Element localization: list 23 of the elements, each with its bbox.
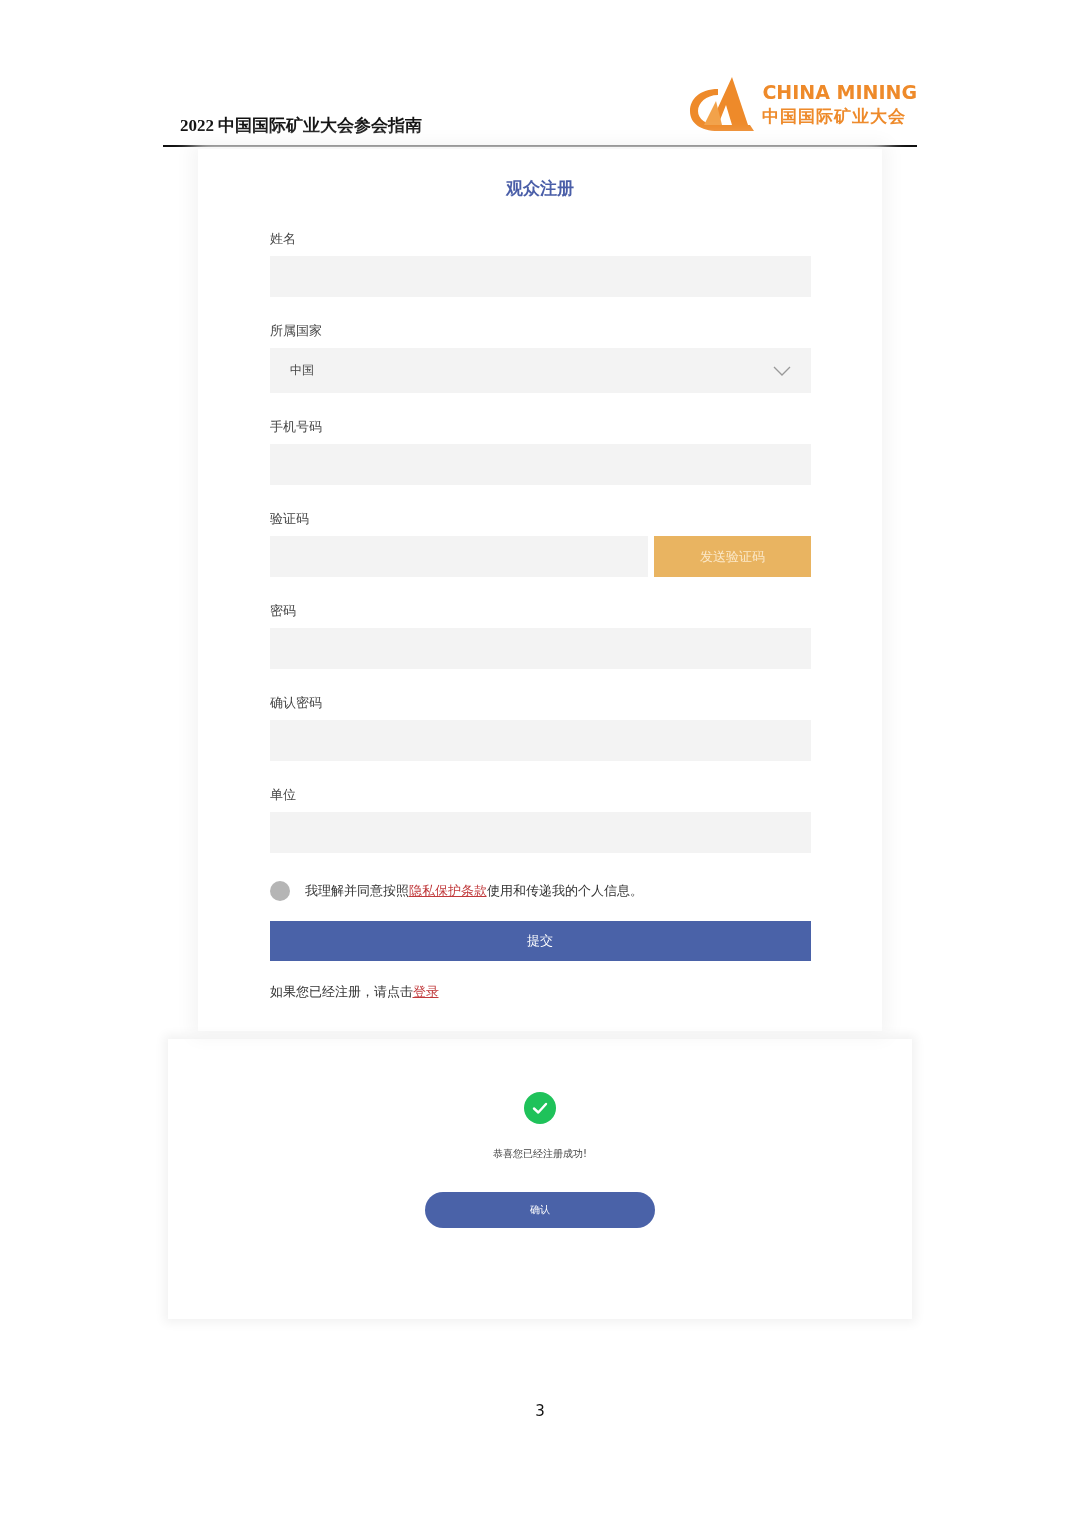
success-check-icon	[524, 1092, 556, 1124]
field-label: 所属国家	[269, 322, 323, 340]
field-label: 验证码	[269, 510, 310, 528]
login-link[interactable]: 登录	[412, 984, 439, 999]
field-label: 手机号码	[269, 418, 323, 436]
confirm-button[interactable]: 确认	[425, 1192, 655, 1228]
login-prompt: 如果您已经注册，请点击登录	[269, 983, 440, 1001]
field-label: 确认密码	[269, 694, 323, 712]
document-title: 2022 中国国际矿业大会参会指南	[179, 115, 423, 137]
page-number: 3	[535, 1402, 545, 1420]
country-dropdown[interactable]: 中国	[269, 348, 811, 393]
field-label: 密码	[269, 602, 297, 620]
field-label: 单位	[269, 786, 297, 804]
success-message: 恭喜您已经注册成功!	[493, 1147, 587, 1161]
consent-text: 我理解并同意按照隐私保护条款使用和传递我的个人信息。	[304, 882, 643, 900]
submit-button[interactable]: 提交	[269, 921, 811, 961]
privacy-link[interactable]: 隐私保护条款	[408, 883, 487, 898]
field-label: 姓名	[269, 230, 297, 248]
chevron-down-icon	[772, 365, 791, 376]
logo-text: 中国国际矿业大会	[762, 104, 908, 128]
logo-text: CHINA MINING	[762, 80, 917, 103]
consent-checkbox[interactable]	[269, 881, 290, 901]
form-title: 观众注册	[506, 177, 574, 200]
